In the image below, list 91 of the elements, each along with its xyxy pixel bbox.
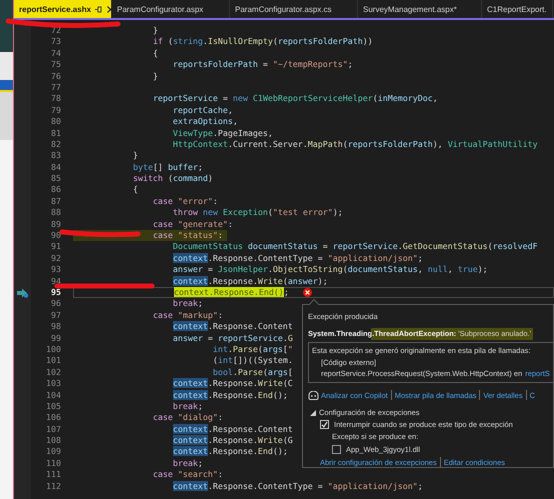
line-number: 98 — [50, 321, 62, 333]
current-statement-icon — [16, 288, 28, 298]
line-number: 93 — [50, 264, 62, 276]
line-number: 101 — [45, 355, 62, 367]
editor-tab[interactable]: ParamConfigurator.aspx — [112, 0, 230, 18]
line-number: 80 — [50, 116, 62, 128]
line-number: 97 — [50, 310, 62, 322]
line-number: 75 — [50, 59, 62, 71]
line-number: 73 — [50, 36, 62, 48]
line-number: 96 — [50, 298, 62, 310]
code-line: context.Response.Content — [172, 424, 293, 436]
code-line: if (string.IsNullOrEmpty(reportsFolderPath)) — [152, 36, 373, 48]
line-number: 105 — [45, 400, 62, 412]
code-line: extraOptions, — [172, 116, 238, 128]
code-line: context.Response.Content — [172, 321, 293, 333]
editor-tab[interactable]: C1ReportExport. — [482, 0, 553, 18]
code-line: reportCache, — [172, 104, 233, 116]
code-line: reportsFolderPath = "~/tempReports"; — [172, 59, 353, 71]
editor-tab[interactable]: SurveyManagement.aspx* — [358, 0, 482, 18]
code-line: case "markup": — [152, 310, 223, 322]
line-number: 90 — [50, 230, 62, 242]
code-line: int.Parse(args[" — [212, 344, 293, 356]
code-line: { — [152, 48, 158, 60]
code-line: { — [132, 184, 138, 196]
line-number: 85 — [50, 173, 62, 184]
line-number: 89 — [50, 218, 62, 230]
line-number: 87 — [50, 196, 62, 208]
code-line: DocumentStatus documentStatus = reportService.GetDocumentStatus(resolvedF — [172, 241, 538, 253]
code-line: case "generate": — [152, 218, 233, 230]
line-number: 95 — [50, 286, 62, 298]
line-number: 82 — [50, 138, 62, 150]
line-number: 91 — [50, 241, 62, 253]
check-icon — [321, 421, 328, 428]
line-number: 81 — [50, 128, 62, 139]
line-number: 74 — [50, 48, 62, 60]
code-line: } — [152, 25, 158, 36]
line-number: 112 — [45, 480, 62, 492]
line-number: 111 — [45, 469, 62, 481]
code-line: HttpContext.Current.Server.MapPath(reportsFolderPath), VirtualPathUtility — [172, 138, 538, 150]
line-number: 108 — [45, 435, 62, 446]
line-number: 84 — [50, 162, 62, 174]
line-number: 83 — [50, 150, 62, 162]
code-line: bool.Parse(args[ — [212, 366, 293, 378]
line-number: 99 — [50, 332, 62, 344]
code-line: switch (command) — [132, 173, 213, 184]
code-line: throw new Exception("test error"); — [172, 207, 343, 219]
line-number: 92 — [50, 252, 62, 264]
line-number: 109 — [45, 446, 62, 458]
code-line: case "dialog": — [152, 412, 223, 424]
code-line: case "search": — [152, 469, 223, 481]
code-line: break; — [172, 298, 203, 310]
line-number: 103 — [45, 378, 62, 390]
line-number: 100 — [45, 344, 62, 356]
code-line: context.Response.ContentType = "application/json"; — [172, 252, 423, 264]
line-number: 104 — [45, 390, 62, 401]
line-number: 77 — [50, 82, 62, 94]
line-number: 106 — [45, 412, 62, 424]
code-line: context.Response.Write(G — [172, 435, 293, 446]
code-line: context.Response.End(); — [172, 390, 288, 401]
line-number: 79 — [50, 104, 62, 116]
code-line: break; — [172, 400, 203, 412]
code-line: byte[] buffer; — [132, 162, 203, 174]
line-number: 88 — [50, 207, 62, 219]
code-line: context.Response.End(); — [172, 286, 289, 298]
checkbox[interactable] — [320, 420, 329, 430]
line-number: 107 — [45, 424, 62, 436]
code-line: context.Response.ContentType = "application/json"; — [172, 480, 423, 492]
code-line: context.Response.Write(C — [172, 378, 293, 390]
code-line: case "error": — [152, 196, 218, 208]
code-line: ViewType.PageImages, — [172, 128, 273, 139]
code-line: reportService = new C1WebReportServiceHelper(inMemoryDoc, — [152, 93, 438, 105]
code-line: (int[])((System. — [212, 355, 293, 367]
code-line: context.Response.Write(answer); — [172, 276, 328, 287]
copilot-icon — [308, 390, 319, 400]
line-number: 102 — [45, 366, 62, 378]
line-number: 86 — [50, 184, 62, 196]
checkbox[interactable] — [332, 444, 341, 454]
line-number: 76 — [50, 70, 62, 82]
code-line: } — [132, 150, 138, 162]
code-line: break; — [172, 458, 203, 470]
line-number: 110 — [45, 458, 62, 470]
editor-tab[interactable]: ParamConfigurator.aspx.cs — [230, 0, 358, 18]
code-line: answer = JsonHelper.ObjectToString(documentStatus, null, true); — [172, 264, 488, 276]
line-number: 94 — [50, 276, 62, 287]
line-number: 78 — [50, 93, 62, 105]
code-line: context.Response.End(); — [172, 446, 288, 458]
editor-tab[interactable]: reportService.ashx — [14, 0, 112, 18]
pin-icon — [94, 4, 104, 14]
code-line: } — [152, 70, 158, 82]
code-line: answer = reportService.G — [172, 332, 293, 344]
error-icon — [302, 288, 312, 298]
